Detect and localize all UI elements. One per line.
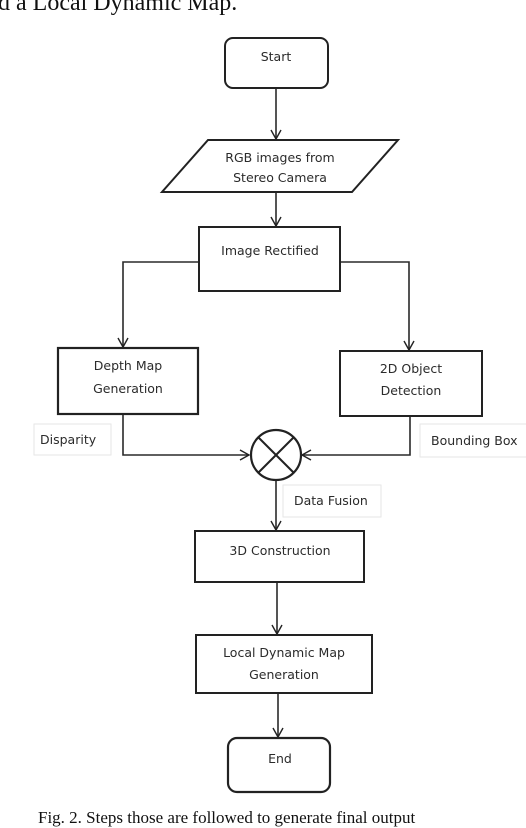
node-end-label: End <box>268 751 292 766</box>
node-rectify: Image Rectified <box>198 226 341 292</box>
node-ldm-label-line2: Generation <box>249 667 319 682</box>
node-construct: 3D Construction <box>194 530 365 583</box>
node-fusion <box>249 428 303 482</box>
edge-detect-fusion <box>300 416 411 461</box>
node-input-label-line1: RGB images from <box>225 150 334 165</box>
node-construct-label: 3D Construction <box>229 543 330 558</box>
node-ldm-label-line1: Local Dynamic Map <box>223 645 345 660</box>
edge-label-bounding-box: Bounding Box <box>419 423 526 458</box>
svg-text:Data Fusion: Data Fusion <box>294 493 368 508</box>
flowchart: Start RGB images from Stereo Camera Imag… <box>33 37 526 794</box>
node-depth: Depth Map Generation <box>56 346 200 416</box>
node-detect: 2D Object Detection <box>339 350 483 417</box>
node-input-label-line2: Stereo Camera <box>233 170 327 185</box>
edge-label-disparity: Disparity <box>33 423 112 456</box>
node-start: Start <box>224 37 329 89</box>
svg-text:Bounding Box: Bounding Box <box>431 433 518 448</box>
node-depth-label-line2: Generation <box>93 381 163 396</box>
edge-rectify-depth <box>117 261 198 349</box>
edge-label-data-fusion: Data Fusion <box>282 484 382 518</box>
edge-rectify-detect <box>340 261 415 352</box>
svg-text:Disparity: Disparity <box>40 432 97 447</box>
edge-depth-fusion <box>122 414 251 461</box>
node-depth-label-line1: Depth Map <box>94 358 162 373</box>
node-detect-label-line2: Detection <box>381 383 442 398</box>
node-rectify-label: Image Rectified <box>221 243 319 258</box>
figure-caption: Fig. 2. Steps those are followed to gene… <box>38 808 416 827</box>
node-start-label: Start <box>261 49 292 64</box>
node-input: RGB images from Stereo Camera <box>159 139 401 193</box>
node-end: End <box>226 736 332 794</box>
node-detect-label-line1: 2D Object <box>380 361 442 376</box>
node-ldm: Local Dynamic Map Generation <box>195 634 373 694</box>
